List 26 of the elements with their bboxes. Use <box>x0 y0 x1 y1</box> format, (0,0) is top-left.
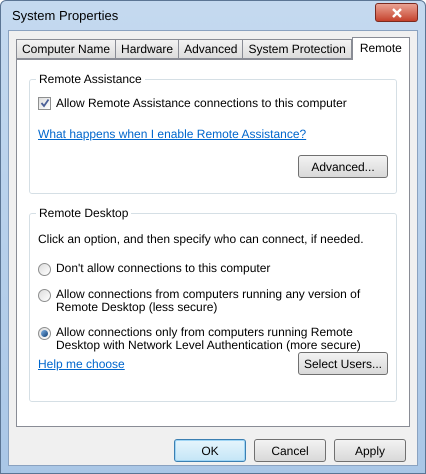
instruction-text: Click an option, and then specify who can connect, if needed. <box>38 231 365 248</box>
checkbox[interactable] <box>38 96 51 110</box>
tab[interactable]: Advanced <box>178 39 244 59</box>
group-title: Remote Assistance <box>38 71 143 88</box>
window-title: System Properties <box>12 6 118 25</box>
tab[interactable]: System Protection <box>242 39 352 59</box>
dialog-button[interactable]: Cancel <box>254 439 326 462</box>
tab[interactable]: Remote <box>352 37 410 60</box>
radio-button[interactable] <box>38 327 51 340</box>
radio-label: Allow connections from computers running any version of Remote Desktop (less secure) <box>56 288 362 314</box>
close-icon <box>390 8 402 18</box>
checkbox-label: Allow Remote Assistance connections to this computer <box>56 95 347 112</box>
dialog-button[interactable]: OK <box>174 439 246 462</box>
tab[interactable]: Hardware <box>115 39 180 59</box>
help-link[interactable]: What happens when I enable Remote Assistance? <box>38 125 306 143</box>
tab[interactable]: Computer Name <box>16 39 116 59</box>
dialog-button[interactable]: Apply <box>334 439 406 462</box>
radio-label: Don't allow connections to this computer <box>56 262 270 275</box>
radio-button[interactable] <box>38 263 51 276</box>
help-link[interactable]: Help me choose <box>38 354 125 372</box>
close-button[interactable] <box>375 3 418 22</box>
radio-button[interactable] <box>38 289 51 302</box>
select-users-button[interactable]: Select Users... <box>298 352 388 375</box>
radio-label: Allow connections only from computers running Remote Desktop with Network Level Authentication (more secure) <box>56 326 362 352</box>
advanced-button[interactable]: Advanced... <box>298 155 388 178</box>
group-title: Remote Desktop <box>38 205 130 222</box>
